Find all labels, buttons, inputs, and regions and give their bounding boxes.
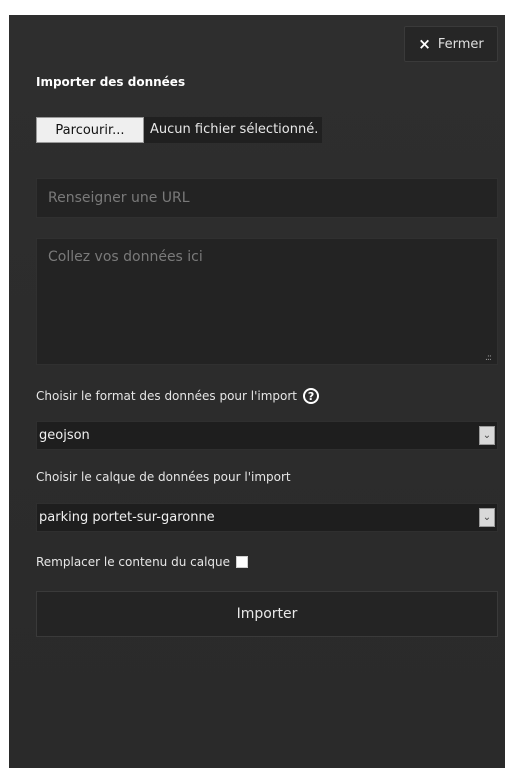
replace-row: Remplacer le contenu du calque <box>36 555 249 569</box>
format-label: Choisir le format des données pour l'imp… <box>36 388 320 404</box>
chevron-down-icon: ⌄ <box>479 508 495 527</box>
file-status: Aucun fichier sélectionné. <box>144 117 323 143</box>
url-input[interactable] <box>36 178 498 218</box>
help-icon[interactable]: ? <box>303 388 320 404</box>
format-select-value: geojson <box>39 428 90 443</box>
resize-grip-icon[interactable]: .:: <box>485 353 492 363</box>
layer-select[interactable]: parking portet-sur-garonne ⌄ <box>36 503 498 532</box>
file-picker: Parcourir... Aucun fichier sélectionné. <box>36 117 323 144</box>
replace-label: Remplacer le contenu du calque <box>36 555 231 569</box>
paste-data-textarea[interactable] <box>36 238 498 365</box>
replace-checkbox[interactable] <box>236 556 249 568</box>
close-button[interactable]: × Fermer <box>404 26 498 62</box>
browse-button[interactable]: Parcourir... <box>36 117 144 143</box>
close-icon: × <box>418 35 431 53</box>
import-panel: × Fermer Importer des données Parcourir.… <box>9 15 505 768</box>
panel-title: Importer des données <box>36 75 186 89</box>
layer-select-value: parking portet-sur-garonne <box>39 510 215 525</box>
import-button[interactable]: Importer <box>36 591 498 637</box>
chevron-down-icon: ⌄ <box>479 426 495 445</box>
close-label: Fermer <box>437 36 484 52</box>
format-label-text: Choisir le format des données pour l'imp… <box>36 389 298 403</box>
layer-label-text: Choisir le calque de données pour l'impo… <box>36 470 291 484</box>
format-select[interactable]: geojson ⌄ <box>36 421 498 450</box>
layer-label: Choisir le calque de données pour l'impo… <box>36 470 291 484</box>
